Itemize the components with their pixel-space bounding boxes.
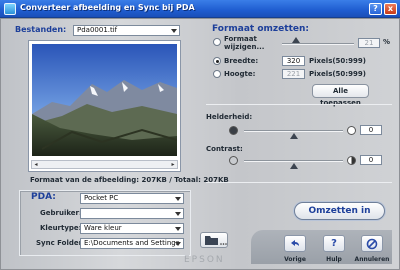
pda-device-dropdown[interactable]: Pocket PC [80, 193, 184, 204]
brightness-low-icon [229, 126, 238, 135]
brightness-slider-thumb[interactable] [289, 133, 298, 139]
chevron-down-icon [175, 242, 181, 246]
height-input[interactable]: 221 [282, 69, 305, 79]
contrast-high-icon [347, 156, 356, 165]
cancel-label: Annuleren [354, 256, 390, 263]
width-radio[interactable] [213, 57, 221, 65]
width-label: Breedte: [224, 57, 259, 65]
convert-section-title: Formaat omzetten: [212, 24, 309, 34]
user-dropdown[interactable] [80, 208, 184, 219]
back-label: Vorige [284, 256, 306, 263]
color-type-value: Ware kleur [84, 224, 122, 232]
app-icon [4, 3, 16, 15]
height-radio[interactable] [213, 70, 221, 78]
browse-folder-button[interactable] [200, 232, 228, 248]
percent-unit: % [383, 38, 391, 46]
width-unit: Pixels(50:999) [309, 57, 366, 65]
contrast-low-icon [229, 156, 238, 165]
color-type-label: Kleurtype: [40, 224, 82, 232]
convert-button[interactable]: Omzetten in [294, 202, 385, 220]
resize-slider-thumb[interactable] [292, 37, 301, 43]
brightness-input[interactable]: 0 [360, 125, 382, 135]
chevron-down-icon [175, 212, 181, 216]
folder-icon [205, 236, 227, 245]
cancel-icon [366, 238, 378, 249]
files-selected: Pda0001.tif [77, 26, 118, 34]
help-title-button[interactable]: ? [369, 3, 382, 15]
height-label: Hoogte: [224, 70, 256, 78]
color-type-dropdown[interactable]: Ware kleur [80, 223, 184, 234]
resize-percent-input[interactable]: 21 [358, 38, 380, 48]
pda-label: PDA: [31, 192, 56, 202]
image-preview: ◂ ▸ [28, 40, 181, 172]
close-window-button[interactable]: x [384, 3, 397, 15]
contrast-slider[interactable] [244, 160, 343, 162]
chevron-down-icon [175, 197, 181, 201]
brightness-high-icon [347, 126, 356, 135]
files-label: Bestanden: [15, 25, 67, 34]
contrast-label: Contrast: [206, 145, 243, 153]
scroll-left-icon[interactable]: ◂ [32, 161, 40, 168]
contrast-input[interactable]: 0 [360, 155, 382, 165]
epson-logo: EPSON [184, 255, 225, 265]
resize-label: Formaat wijzigen... [224, 35, 265, 51]
resize-slider[interactable] [282, 43, 354, 45]
title-bar: Converteer afbeelding en Sync bij PDA ? … [0, 0, 400, 18]
sync-folder-value: E:\Documents and Settings [84, 239, 180, 247]
apply-all-button[interactable]: Alle toepassen [312, 84, 369, 107]
files-dropdown[interactable]: Pda0001.tif [73, 25, 180, 36]
sync-folder-dropdown[interactable]: E:\Documents and Settings [80, 238, 184, 249]
user-label: Gebruiker: [40, 209, 82, 217]
help-button[interactable]: ? [323, 235, 345, 252]
preview-scrollbar[interactable]: ◂ ▸ [31, 160, 178, 169]
brightness-label: Helderheid: [206, 113, 253, 121]
section-divider [206, 182, 392, 183]
cancel-button[interactable] [361, 235, 383, 252]
pda-device-value: Pocket PC [84, 194, 119, 202]
back-arrow-icon [291, 239, 299, 246]
scroll-right-icon[interactable]: ▸ [169, 161, 177, 168]
contrast-slider-thumb[interactable] [289, 163, 298, 169]
help-label: Hulp [326, 256, 342, 263]
back-button[interactable] [284, 235, 306, 252]
chevron-down-icon [175, 227, 181, 231]
preview-image [32, 44, 177, 156]
height-unit: Pixels(50:999) [309, 70, 366, 78]
section-divider [206, 104, 392, 105]
image-size-info: Formaat van de afbeelding: 207KB / Totaa… [30, 176, 229, 184]
mountain-photo [32, 44, 177, 156]
question-icon: ? [331, 238, 337, 249]
brightness-slider[interactable] [244, 130, 343, 132]
chevron-down-icon [171, 29, 177, 33]
width-input[interactable]: 320 [282, 56, 305, 66]
sync-folder-label: Sync Folder: [36, 239, 85, 247]
window-title: Converteer afbeelding en Sync bij PDA [20, 3, 195, 12]
resize-radio[interactable] [213, 38, 221, 46]
